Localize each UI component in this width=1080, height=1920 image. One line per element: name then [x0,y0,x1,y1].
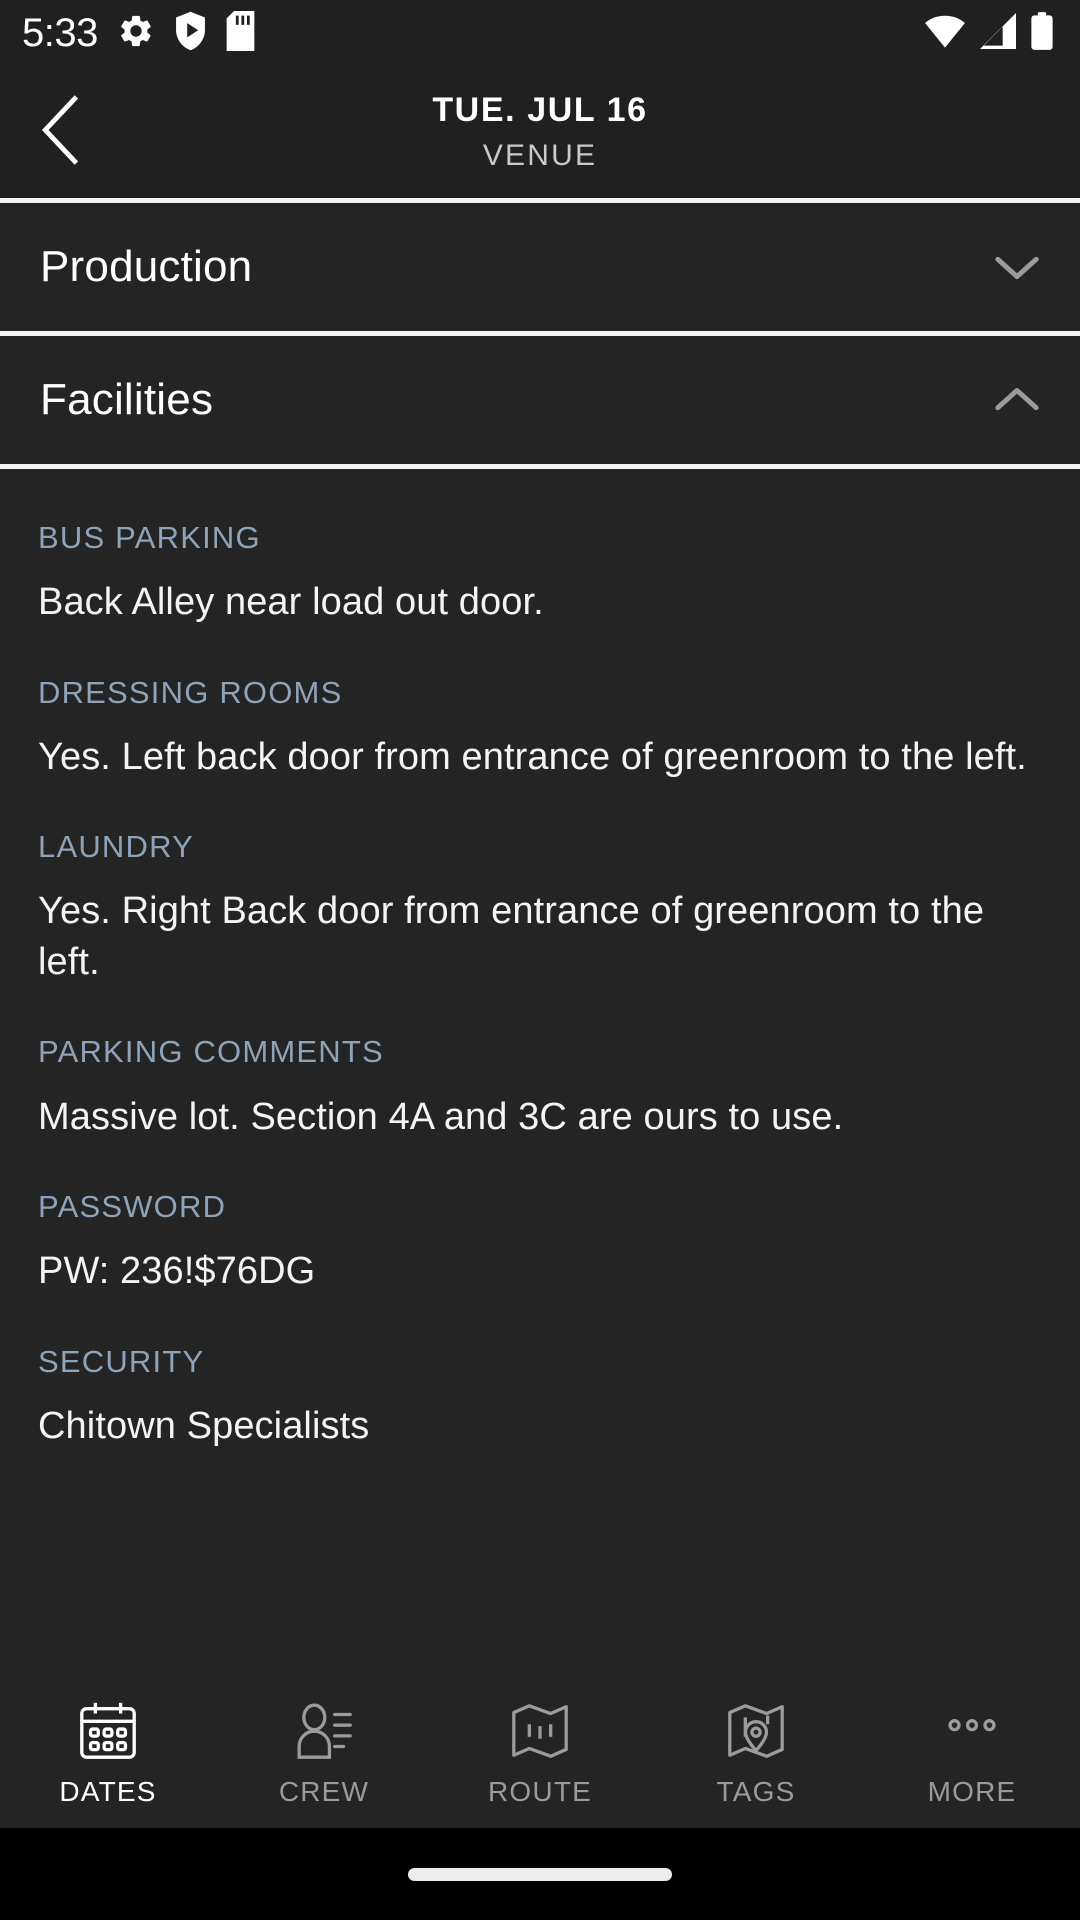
field-value: Yes. Right Back door from entrance of gr… [38,890,985,983]
field-laundry: LAUNDRY Yes. Right Back door from entran… [38,830,1042,987]
chevron-down-icon[interactable] [994,253,1040,281]
field-value: Yes. Left back door from entrance of gre… [38,735,1027,778]
app-screen: 5:33 TUE. JUL 16 VENUE Production Facili… [0,0,1080,1920]
field-value: PW: 236!$76DG [38,1250,316,1293]
field-value: Back Alley near load out door. [38,581,544,624]
status-bar-left: 5:33 [22,10,255,56]
section-header-facilities[interactable]: Facilities [0,336,1080,464]
tab-route[interactable]: ROUTE [432,1696,648,1808]
field-bus-parking: BUS PARKING Back Alley near load out doo… [38,520,1042,628]
sd-card-icon [226,10,255,56]
page-title: TUE. JUL 16 [432,91,648,129]
field-label: PARKING COMMENTS [38,1034,384,1070]
back-button[interactable] [18,90,102,174]
system-navigation-bar [0,1828,1080,1920]
folded-map-icon [507,1696,573,1766]
person-list-icon [291,1696,357,1766]
tab-label: ROUTE [488,1776,592,1807]
three-dots-icon [939,1696,1005,1766]
cell-signal-icon [978,12,1018,54]
tab-label: TAGS [716,1776,796,1807]
gear-icon [117,12,155,55]
tab-more[interactable]: MORE [864,1696,1080,1808]
field-parking-comments: PARKING COMMENTS Massive lot. Section 4A… [38,1035,1042,1142]
page-subtitle: VENUE [482,139,598,172]
play-protect-shield-icon [174,11,207,56]
tab-dates[interactable]: DATES [0,1696,216,1808]
tab-tags[interactable]: TAGS [648,1696,864,1808]
status-bar-clock: 5:33 [22,11,98,55]
field-value: Massive lot. Section 4A and 3C are ours … [38,1095,844,1138]
bottom-tab-bar: DATES CREW ROUTE TAGS MORE [0,1686,1080,1828]
section-label-facilities: Facilities [40,375,214,424]
section-label-production: Production [40,242,253,291]
field-label: BUS PARKING [38,520,261,555]
tab-label: CREW [278,1776,370,1807]
chevron-left-icon [37,94,83,170]
field-security: SECURITY Chitown Specialists [38,1343,1042,1452]
status-bar: 5:33 [0,0,1080,66]
map-pin-icon [723,1696,789,1766]
chevron-up-icon[interactable] [994,386,1040,414]
field-label: LAUNDRY [38,829,194,865]
battery-icon [1030,11,1054,55]
wifi-icon [924,13,966,54]
field-value: Chitown Specialists [38,1404,370,1447]
header-text-block: TUE. JUL 16 VENUE [432,93,647,171]
status-bar-right [924,11,1054,55]
tab-label: DATES [59,1776,157,1807]
tab-crew[interactable]: CREW [216,1696,432,1808]
field-label: DRESSING ROOMS [38,674,343,710]
calendar-icon [75,1696,141,1766]
page-header: TUE. JUL 16 VENUE [0,66,1080,198]
field-dressing-rooms: DRESSING ROOMS Yes. Left back door from … [38,674,1042,783]
tab-label: MORE [927,1776,1017,1807]
field-password: PASSWORD PW: 236!$76DG [38,1189,1042,1297]
section-header-production[interactable]: Production [0,203,1080,331]
gesture-pill[interactable] [408,1867,672,1881]
field-label: PASSWORD [38,1189,227,1225]
field-label: SECURITY [38,1343,205,1379]
